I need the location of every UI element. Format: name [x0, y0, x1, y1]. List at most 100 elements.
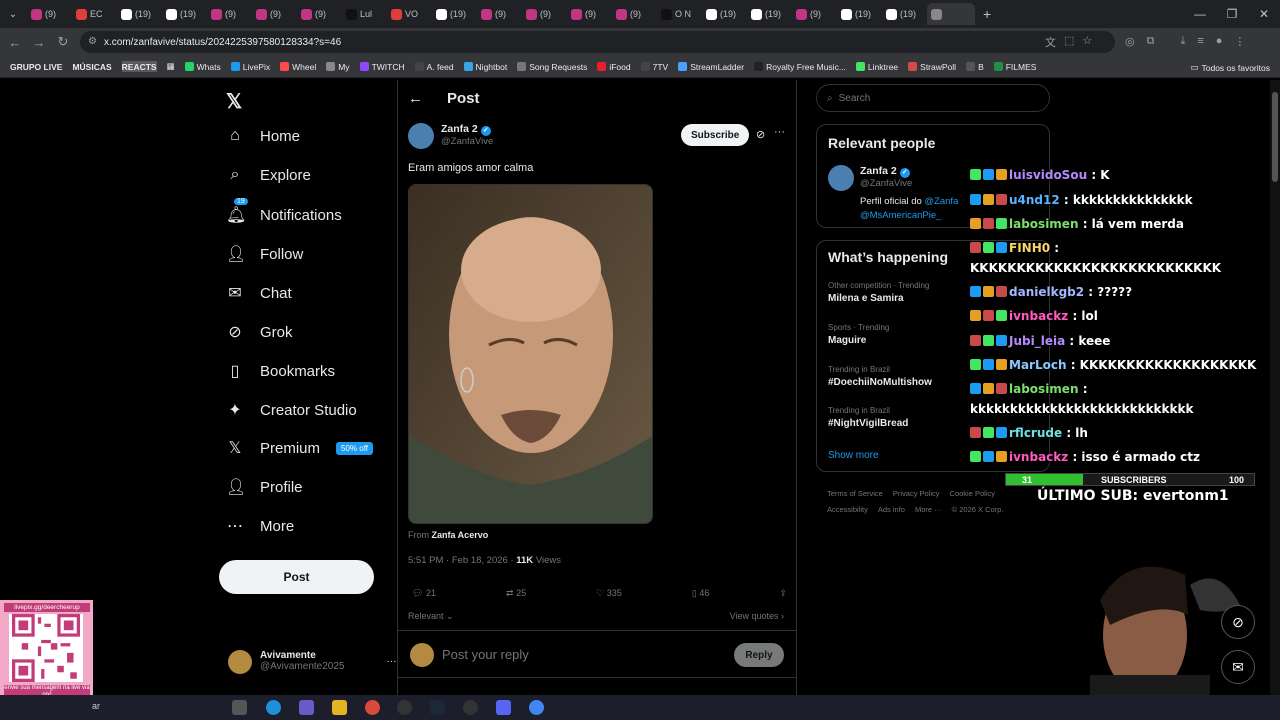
show-more-link[interactable]: Show more [828, 450, 879, 461]
copilot-icon[interactable] [299, 700, 314, 715]
bookmark-item[interactable]: iFood [597, 61, 631, 72]
browser-tab[interactable]: O N [657, 3, 701, 25]
author-avatar[interactable] [408, 123, 434, 149]
media-icon[interactable]: ≡ [1197, 35, 1203, 48]
bookmark-item[interactable]: TWITCH [359, 61, 405, 72]
post-author[interactable]: Zanfa 2 ✓ @ZanfaVive [408, 123, 493, 149]
bookmark-action[interactable]: ▯ 46 [692, 588, 709, 599]
rp-handle[interactable]: @ZanfaVive [860, 178, 912, 189]
obs-icon[interactable] [397, 700, 412, 715]
nav-item-bookmarks[interactable]: ▯ Bookmarks [226, 361, 335, 381]
minimize-icon[interactable]: — [1184, 7, 1216, 21]
bookmark-item[interactable]: A. feed [414, 61, 454, 72]
repost-action[interactable]: ⇄ 25 [506, 588, 526, 599]
bookmark-star-icon[interactable]: ☆ [1082, 34, 1092, 50]
bookmark-item[interactable]: My [326, 61, 350, 72]
browser-tab[interactable]: (9) [567, 3, 611, 25]
browser-tab[interactable]: (9) [792, 3, 836, 25]
forward-icon[interactable]: → [27, 35, 51, 50]
author-handle[interactable]: @ZanfaVive [441, 136, 493, 147]
bookmark-item[interactable]: Linktree [855, 61, 898, 72]
footer-link[interactable]: Terms of Service [827, 489, 883, 498]
footer-link[interactable]: Privacy Policy [893, 489, 940, 498]
browser-tab[interactable]: Lul [342, 3, 386, 25]
bookmark-item[interactable]: MÚSICAS [72, 61, 111, 72]
browser-tab[interactable]: EC [72, 3, 116, 25]
rp-name[interactable]: Zanfa 2 [860, 165, 897, 177]
puzzle-icon[interactable]: ⧉ [1147, 35, 1155, 48]
tab-search-icon[interactable]: ⌄ [0, 9, 26, 20]
menu-icon[interactable]: ⋮ [1234, 35, 1245, 48]
nav-item-grok[interactable]: ⊘ Grok [226, 322, 292, 342]
back-arrow-icon[interactable]: ← [408, 90, 423, 107]
nav-item-follow[interactable]: 👤︎ Follow [226, 244, 303, 264]
x-logo[interactable]: 𝕏 [226, 89, 242, 114]
bookmark-item[interactable]: Nightbot [463, 61, 507, 72]
author-name[interactable]: Zanfa 2 [441, 123, 478, 135]
browser-tab[interactable]: (9) [477, 3, 521, 25]
install-icon[interactable]: ⬚ [1064, 34, 1074, 50]
close-window-icon[interactable]: ✕ [1248, 7, 1280, 21]
browser-tab[interactable]: (9) [252, 3, 296, 25]
grok-icon[interactable]: ⊘ [756, 128, 765, 141]
nav-item-more[interactable]: ⋯ More [226, 516, 294, 536]
bookmark-item[interactable]: 7TV [640, 61, 668, 72]
browser-tab[interactable]: (19) [837, 3, 881, 25]
footer-link[interactable]: Cookie Policy [950, 489, 995, 498]
bookmark-item[interactable]: Whats [184, 61, 221, 72]
browser-tab[interactable]: (19) [432, 3, 476, 25]
task-view-icon[interactable] [232, 700, 247, 715]
nav-item-notifications[interactable]: 🔔︎ 19 Notifications [226, 198, 342, 225]
browser-tab[interactable]: (9) [297, 3, 341, 25]
trend-item[interactable]: Trending in Brazil #DoechiiNoMultishow [828, 365, 932, 388]
like-action[interactable]: ♡ 335 [596, 588, 622, 599]
account-more-icon[interactable]: ··· [386, 656, 396, 674]
browser-tab[interactable]: (9) [522, 3, 566, 25]
nav-item-explore[interactable]: ⌕ Explore [226, 166, 311, 184]
bookmark-item[interactable]: StreamLadder [678, 61, 744, 72]
trend-item[interactable]: Other competition · Trending Milena e Sam… [828, 281, 929, 304]
extension-icon[interactable]: ◎ [1125, 35, 1135, 48]
share-icon[interactable]: ⇪ [779, 588, 787, 599]
bookmark-item[interactable]: B [966, 61, 984, 72]
footer-link[interactable]: © 2026 X Corp. [952, 505, 1004, 514]
footer-link[interactable]: More ··· [915, 505, 942, 514]
nav-item-chat[interactable]: ✉ Chat [226, 283, 291, 303]
back-icon[interactable]: ← [3, 35, 27, 50]
browser-tab[interactable]: (9) [27, 3, 71, 25]
grok-fab-icon[interactable]: ⊘ [1221, 605, 1255, 639]
browser-tab[interactable]: (19) [702, 3, 746, 25]
chrome-icon[interactable] [365, 700, 380, 715]
edge-icon[interactable] [266, 700, 281, 715]
source-link[interactable]: Zanfa Acervo [432, 530, 489, 540]
bookmark-item[interactable]: REACTS [121, 61, 157, 72]
nav-item-profile[interactable]: 👤︎ Profile [226, 477, 303, 497]
bookmark-item[interactable]: LivePix [230, 61, 270, 72]
bookmark-item[interactable]: Song Requests [517, 61, 587, 72]
footer-link[interactable]: Accessibility [827, 505, 868, 514]
search-input[interactable]: ⌕ Search [816, 84, 1050, 112]
post-more-icon[interactable]: ··· [774, 126, 785, 138]
translate-icon[interactable]: 文 [1045, 34, 1056, 50]
view-quotes-link[interactable]: View quotes › [730, 611, 784, 621]
rp-avatar[interactable] [828, 165, 854, 191]
browser-tab[interactable]: (19) [117, 3, 161, 25]
subscribe-button[interactable]: Subscribe [681, 124, 750, 146]
reply-action[interactable]: 💬︎ 21 [412, 588, 436, 599]
nav-item-premium[interactable]: 𝕏 Premium 50% off [226, 438, 373, 458]
reply-input[interactable]: Post your reply [442, 647, 529, 662]
chrome-profile-icon[interactable] [529, 700, 544, 715]
nav-item-creator-studio[interactable]: ✦ Creator Studio [226, 400, 356, 420]
bio-link[interactable]: @Zanfa [924, 196, 958, 207]
steam-icon[interactable] [430, 700, 445, 715]
browser-tab[interactable] [927, 3, 975, 25]
post-button[interactable]: Post [219, 560, 374, 594]
apps-grid-icon[interactable]: ▦ [167, 61, 175, 72]
sort-relevant[interactable]: Relevant ⌄ [408, 611, 454, 622]
bookmark-item[interactable]: StrawPoll [908, 61, 956, 72]
trend-item[interactable]: Trending in Brazil #NightVigilBread [828, 406, 908, 429]
discord-icon[interactable] [496, 700, 511, 715]
all-bookmarks[interactable]: ▭ Todos os favoritos [1190, 62, 1270, 73]
browser-tab[interactable]: (19) [882, 3, 926, 25]
messages-fab-icon[interactable]: ✉ [1221, 650, 1255, 684]
